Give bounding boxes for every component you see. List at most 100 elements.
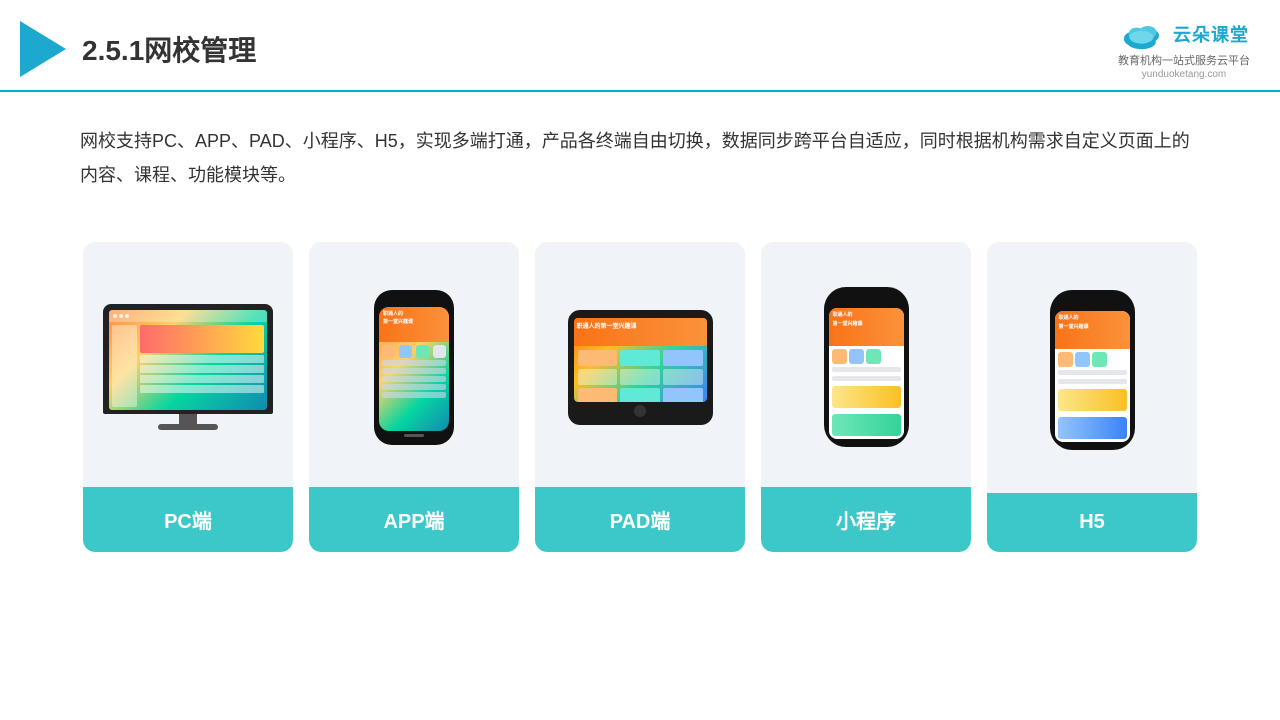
card-h5-image: 职通人的 第一堂兴趣课 bbox=[987, 242, 1197, 493]
brand-subtitle: 教育机构一站式服务云平台 bbox=[1118, 52, 1250, 68]
card-pc-label: PC端 bbox=[83, 487, 293, 552]
tablet-cell-6 bbox=[663, 369, 703, 385]
card-miniprogram-label: 小程序 bbox=[761, 487, 971, 552]
phone-screen-body bbox=[379, 342, 449, 401]
card-h5: 职通人的 第一堂兴趣课 bbox=[987, 242, 1197, 552]
tablet-cell-8 bbox=[620, 388, 660, 402]
smartphone-screen-top-2: 职通人的 第一堂兴趣课 bbox=[1055, 311, 1130, 349]
smartphone-body-1 bbox=[829, 346, 904, 439]
pc-stand-base bbox=[158, 424, 218, 430]
brand-name: 云朵课堂 bbox=[1173, 21, 1249, 47]
smartphone-card-3 bbox=[1058, 389, 1127, 411]
pc-dot-1 bbox=[113, 314, 117, 318]
card-pc-image bbox=[83, 242, 293, 487]
brand-logo: 云朵课堂 教育机构一站式服务云平台 yunduoketang.com bbox=[1118, 18, 1250, 80]
platform-cards: PC端 职通人的 第一堂兴趣课 bbox=[0, 212, 1280, 582]
phone-banner-text-2: 第一堂兴趣课 bbox=[383, 319, 445, 325]
logo-triangle-icon bbox=[20, 21, 66, 77]
smartphone-icon-row-1 bbox=[832, 349, 901, 364]
tablet-mockup: 职通人的第一堂兴趣课 bbox=[568, 310, 713, 425]
phone-content-3 bbox=[382, 376, 446, 382]
header: 2.5.1网校管理 云朵课堂 教育机构一站式服务云平台 yunduoketang… bbox=[0, 0, 1280, 92]
smartphone-screen-1: 职通人的 第一堂兴趣课 bbox=[829, 308, 904, 439]
phone-icon-3 bbox=[416, 345, 429, 358]
description-text: 网校支持PC、APP、PAD、小程序、H5，实现多端打通，产品各终端自由切换，数… bbox=[0, 92, 1280, 202]
cloud-icon bbox=[1119, 18, 1167, 50]
smartphone-screen-top-1: 职通人的 第一堂兴趣课 bbox=[829, 308, 904, 346]
smartphone-card-1 bbox=[832, 386, 901, 408]
phone-icon-2 bbox=[399, 345, 412, 358]
phone-content-4 bbox=[382, 384, 446, 390]
smartphone-screen-2: 职通人的 第一堂兴趣课 bbox=[1055, 311, 1130, 442]
pc-sidebar bbox=[112, 325, 137, 407]
card-app: 职通人的 第一堂兴趣课 bbox=[309, 242, 519, 552]
smartphone-banner-1: 职通人的 bbox=[833, 312, 900, 319]
smartphone-mockup-2: 职通人的 第一堂兴趣课 bbox=[1050, 290, 1135, 450]
phone-mockup: 职通人的 第一堂兴趣课 bbox=[374, 290, 454, 445]
smartphone-icon-2 bbox=[849, 349, 864, 364]
phone-icon-1 bbox=[382, 345, 395, 358]
phone-banner-text-1: 职通人的 bbox=[383, 311, 445, 317]
tablet-cell-7 bbox=[578, 388, 618, 402]
tablet-banner-text: 职通人的第一堂兴趣课 bbox=[577, 321, 704, 330]
pc-mockup bbox=[103, 304, 273, 430]
smartphone-banner-4: 第一堂兴趣课 bbox=[1059, 324, 1126, 331]
smartphone-notch-2 bbox=[1078, 300, 1106, 307]
smartphone-body-2 bbox=[1055, 349, 1130, 442]
tablet-screen: 职通人的第一堂兴趣课 bbox=[574, 318, 707, 402]
phone-icon-row-1 bbox=[382, 345, 446, 358]
smartphone-icon-3 bbox=[866, 349, 881, 364]
card-pad-label: PAD端 bbox=[535, 487, 745, 552]
tablet-cell-2 bbox=[620, 350, 660, 366]
smartphone-mockup-1: 职通人的 第一堂兴趣课 bbox=[824, 287, 909, 447]
tablet-screen-body bbox=[574, 346, 707, 402]
smartphone-icon-row-2 bbox=[1058, 352, 1127, 367]
smartphone-text-2 bbox=[832, 376, 901, 381]
tablet-cell-4 bbox=[578, 369, 618, 385]
pc-screen-outer bbox=[103, 304, 273, 414]
phone-notch bbox=[402, 298, 426, 304]
pc-top-bar bbox=[109, 310, 267, 322]
phone-outer: 职通人的 第一堂兴趣课 bbox=[374, 290, 454, 445]
pc-dot-3 bbox=[125, 314, 129, 318]
smartphone-banner-3: 职通人的 bbox=[1059, 315, 1126, 322]
pc-row-4 bbox=[140, 385, 264, 393]
phone-home-btn bbox=[404, 434, 424, 437]
tablet-cell-5 bbox=[620, 369, 660, 385]
card-pad: 职通人的第一堂兴趣课 bbox=[535, 242, 745, 552]
pc-banner bbox=[140, 325, 264, 353]
smartphone-card-4 bbox=[1058, 417, 1127, 439]
smartphone-text-4 bbox=[1058, 379, 1127, 384]
pc-screen bbox=[109, 310, 267, 410]
page-title: 2.5.1网校管理 bbox=[82, 29, 256, 69]
tablet-home-btn bbox=[634, 405, 646, 417]
phone-content-2 bbox=[382, 368, 446, 374]
pc-row-3 bbox=[140, 375, 264, 383]
smartphone-icon-5 bbox=[1075, 352, 1090, 367]
smartphone-icon-6 bbox=[1092, 352, 1107, 367]
phone-content-5 bbox=[382, 392, 446, 398]
card-miniprogram-image: 职通人的 第一堂兴趣课 bbox=[761, 242, 971, 487]
pc-stand-neck bbox=[179, 414, 197, 424]
phone-screen: 职通人的 第一堂兴趣课 bbox=[379, 307, 449, 431]
card-app-label: APP端 bbox=[309, 487, 519, 552]
tablet-cell-3 bbox=[663, 350, 703, 366]
smartphone-notch-1 bbox=[852, 297, 880, 304]
pc-rows bbox=[140, 355, 264, 407]
cloud-logo-container: 云朵课堂 bbox=[1119, 18, 1249, 50]
smartphone-outer-2: 职通人的 第一堂兴趣课 bbox=[1050, 290, 1135, 450]
smartphone-text-3 bbox=[1058, 370, 1127, 375]
tablet-outer: 职通人的第一堂兴趣课 bbox=[568, 310, 713, 425]
pc-screen-content bbox=[109, 310, 267, 410]
tablet-cell-1 bbox=[578, 350, 618, 366]
smartphone-text-1 bbox=[832, 367, 901, 372]
pc-dot-2 bbox=[119, 314, 123, 318]
card-h5-label: H5 bbox=[987, 493, 1197, 552]
smartphone-icon-1 bbox=[832, 349, 847, 364]
tablet-cell-9 bbox=[663, 388, 703, 402]
card-app-image: 职通人的 第一堂兴趣课 bbox=[309, 242, 519, 487]
smartphone-outer-1: 职通人的 第一堂兴趣课 bbox=[824, 287, 909, 447]
pc-row-2 bbox=[140, 365, 264, 373]
card-pad-image: 职通人的第一堂兴趣课 bbox=[535, 242, 745, 487]
pc-row-1 bbox=[140, 355, 264, 363]
